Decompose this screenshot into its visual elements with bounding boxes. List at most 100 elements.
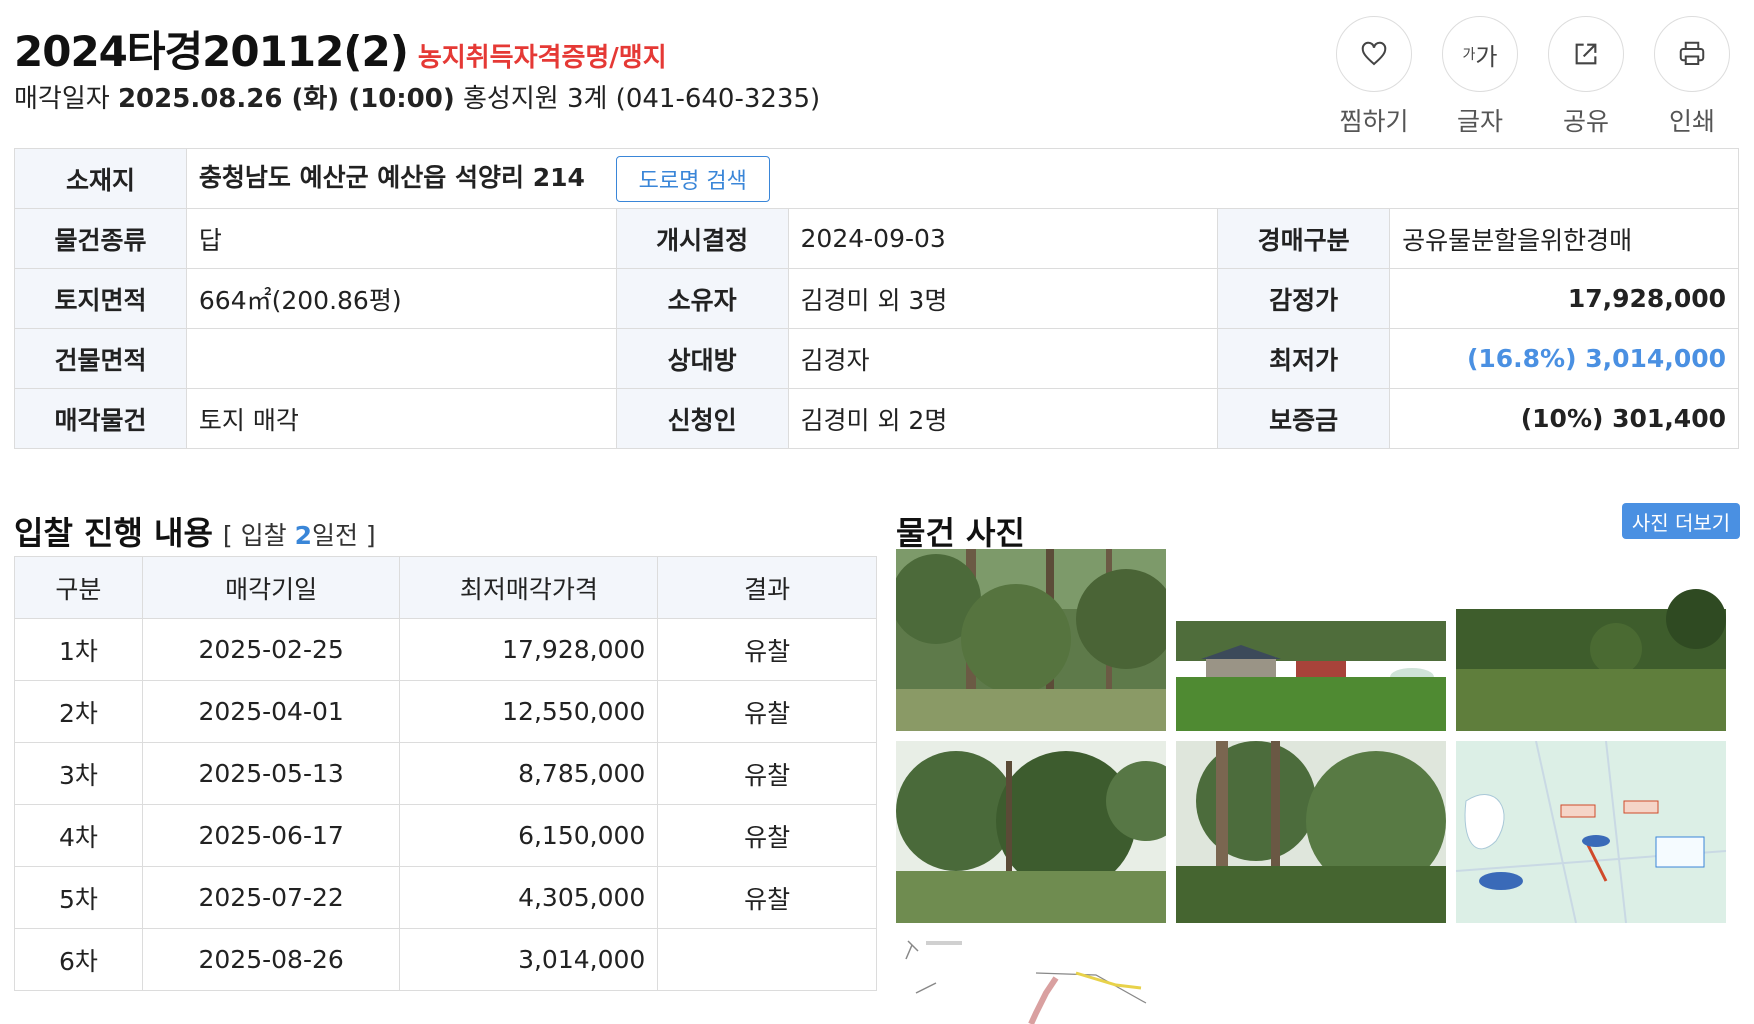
property-photo[interactable] — [1456, 549, 1726, 731]
property-photo[interactable] — [896, 741, 1166, 923]
property-info-table: 소재지 충청남도 예산군 예산읍 석양리 214 도로명 검색 물건종류 답 개… — [14, 148, 1740, 449]
auction-type-value: 공유물분할을위한경매 — [1389, 208, 1739, 269]
min-price-value: (16.8%) 3,014,000 — [1389, 328, 1739, 389]
col-round: 구분 — [14, 556, 143, 619]
sale-date-label: 매각일자 — [14, 84, 110, 114]
owner-value: 김경미 외 3명 — [787, 268, 1219, 329]
col-result: 결과 — [657, 556, 877, 619]
more-photos-button[interactable]: 사진 더보기 — [1622, 503, 1740, 539]
sale-info: 매각일자 2025.08.26 (화) (10:00) 홍성지원 3계 (041… — [14, 78, 820, 115]
farm-cert-tag: 농지취득자격증명/맹지 — [417, 43, 667, 73]
countdown-prefix: [ 입찰 — [222, 521, 287, 550]
share-label: 공유 — [1562, 107, 1609, 136]
sale-item-value: 토지 매각 — [185, 388, 617, 449]
table-row: 2차 2025-04-01 12,550,000 유찰 — [14, 680, 877, 743]
table-row: 1차 2025-02-25 17,928,000 유찰 — [14, 618, 877, 681]
land-area-value: 664㎡(200.86평) — [185, 268, 617, 329]
table-row: 5차 2025-07-22 4,305,000 유찰 — [14, 866, 877, 929]
result-cell: 유찰 — [657, 742, 877, 805]
price-cell: 12,550,000 — [399, 680, 659, 743]
result-cell: 유찰 — [657, 680, 877, 743]
auction-type-label: 경매구분 — [1217, 208, 1391, 269]
location-cell: 충청남도 예산군 예산읍 석양리 214 도로명 검색 — [185, 148, 1740, 209]
appraisal-value: 17,928,000 — [1389, 268, 1739, 329]
sketch-photo[interactable] — [896, 933, 1166, 1024]
info-row: 건물면적 상대방 김경자 최저가 (16.8%) 3,014,000 — [14, 328, 1739, 389]
location-label: 소재지 — [14, 148, 187, 209]
share-button[interactable]: 공유 — [1548, 16, 1624, 138]
bidding-countdown: [ 입찰 2일전 ] — [223, 521, 376, 550]
land-area-label: 토지면적 — [14, 268, 187, 329]
bidding-section-title: 입찰 진행 내용 [ 입찰 2일전 ] — [14, 508, 376, 554]
info-row: 토지면적 664㎡(200.86평) 소유자 김경미 외 3명 감정가 17,9… — [14, 268, 1739, 329]
building-area-value — [185, 328, 617, 389]
date-cell: 2025-07-22 — [141, 866, 401, 929]
result-cell: 유찰 — [657, 866, 877, 929]
applicant-label: 신청인 — [615, 388, 789, 449]
location-row: 소재지 충청남도 예산군 예산읍 석양리 214 도로명 검색 — [14, 148, 1740, 209]
location-value: 충청남도 예산군 예산읍 석양리 214 — [198, 162, 585, 192]
map-photo[interactable] — [1456, 741, 1726, 923]
case-number: 2024타경20112(2) — [14, 27, 409, 76]
info-row: 물건종류 답 개시결정 2024-09-03 경매구분 공유물분할을위한경매 — [14, 208, 1739, 269]
col-sale-date: 매각기일 — [141, 556, 401, 619]
table-row: 4차 2025-06-17 6,150,000 유찰 — [14, 804, 877, 867]
countdown-days: 2 — [294, 521, 312, 550]
counterparty-label: 상대방 — [615, 328, 789, 389]
deposit-value: (10%) 301,400 — [1389, 388, 1739, 449]
property-photo[interactable] — [896, 549, 1166, 731]
sale-date: 2025.08.26 (화) (10:00) — [117, 84, 455, 114]
round-cell: 6차 — [14, 928, 143, 991]
table-row: 6차 2025-08-26 3,014,000 — [14, 928, 877, 991]
date-cell: 2025-02-25 — [141, 618, 401, 681]
countdown-suffix: 일전 ] — [311, 521, 376, 550]
heart-icon — [1336, 16, 1412, 92]
appraisal-label: 감정가 — [1217, 268, 1391, 329]
bidding-title: 입찰 진행 내용 — [14, 514, 213, 552]
start-decision-value: 2024-09-03 — [787, 208, 1219, 269]
print-icon — [1654, 16, 1730, 92]
print-label: 인쇄 — [1668, 107, 1715, 136]
table-row: 3차 2025-05-13 8,785,000 유찰 — [14, 742, 877, 805]
building-area-label: 건물면적 — [14, 328, 187, 389]
title-row: 2024타경20112(2) 농지취득자격증명/맹지 — [14, 18, 667, 79]
date-cell: 2025-04-01 — [141, 680, 401, 743]
price-cell: 8,785,000 — [399, 742, 659, 805]
bidding-table: 구분 매각기일 최저매각가격 결과 1차 2025-02-25 17,928,000… — [14, 556, 877, 991]
result-cell: 유찰 — [657, 804, 877, 867]
favorite-button[interactable]: 찜하기 — [1336, 16, 1412, 138]
font-size-label: 글자 — [1456, 107, 1503, 136]
round-cell: 1차 — [14, 618, 143, 681]
counterparty-value: 김경자 — [787, 328, 1219, 389]
court-info: 홍성지원 3계 (041-640-3235) — [463, 84, 821, 114]
road-search-button[interactable]: 도로명 검색 — [615, 155, 770, 202]
min-price-label: 최저가 — [1217, 328, 1391, 389]
result-cell: 유찰 — [657, 618, 877, 681]
font-size-icon: 가가 — [1442, 16, 1518, 92]
print-button[interactable]: 인쇄 — [1654, 16, 1730, 138]
action-bar: 찜하기 가가 글자 공유 인쇄 — [1336, 16, 1730, 138]
favorite-label: 찜하기 — [1339, 107, 1409, 136]
font-size-button[interactable]: 가가 글자 — [1442, 16, 1518, 138]
round-cell: 3차 — [14, 742, 143, 805]
sale-item-label: 매각물건 — [14, 388, 187, 449]
owner-label: 소유자 — [615, 268, 789, 329]
round-cell: 4차 — [14, 804, 143, 867]
item-type-label: 물건종류 — [14, 208, 187, 269]
property-photo[interactable] — [1176, 741, 1446, 923]
photos-section-title: 물건 사진 — [896, 514, 1025, 552]
price-cell: 3,014,000 — [399, 928, 659, 991]
date-cell: 2025-06-17 — [141, 804, 401, 867]
round-cell: 5차 — [14, 866, 143, 929]
share-icon — [1548, 16, 1624, 92]
deposit-label: 보증금 — [1217, 388, 1391, 449]
item-type-value: 답 — [185, 208, 617, 269]
property-photo[interactable] — [1176, 549, 1446, 731]
date-cell: 2025-08-26 — [141, 928, 401, 991]
price-cell: 17,928,000 — [399, 618, 659, 681]
start-decision-label: 개시결정 — [615, 208, 789, 269]
bidding-header-row: 구분 매각기일 최저매각가격 결과 — [14, 556, 877, 619]
price-cell: 6,150,000 — [399, 804, 659, 867]
result-cell — [657, 928, 877, 991]
col-min-price: 최저매각가격 — [399, 556, 659, 619]
